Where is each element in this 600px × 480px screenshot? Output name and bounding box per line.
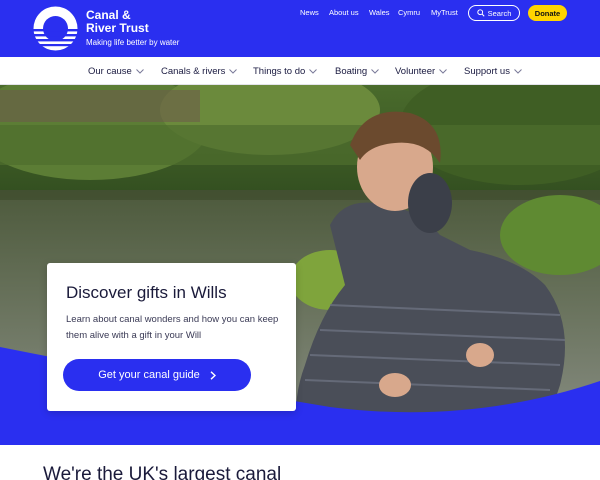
cta-label: Get your canal guide [98,369,200,381]
nav-item-volunteer[interactable]: Volunteer [395,57,448,85]
intro-heading: We're the UK's largest canal [43,464,282,480]
brand-name[interactable]: Canal & River Trust [86,9,166,35]
utility-link-about-us[interactable]: About us [329,5,359,21]
chevron-down-icon [229,68,238,74]
search-icon [476,9,485,17]
chevron-right-icon [210,370,216,380]
nav-item-label: Support us [464,65,510,77]
utility-link-mytrust[interactable]: MyTrust [431,5,458,21]
site-header: Canal & River Trust Making life better b… [0,0,600,57]
nav-item-label: Boating [335,65,368,77]
nav-item-our-cause[interactable]: Our cause [88,57,144,85]
nav-item-support-us[interactable]: Support us [464,57,522,85]
nav-item-label: Our cause [88,65,132,77]
chevron-down-icon [371,68,380,74]
search-label: Search [487,8,512,18]
chevron-down-icon [514,68,522,74]
promo-card: Discover gifts in Wills Learn about cana… [47,263,296,411]
utility-link-wales[interactable]: Wales [369,5,390,21]
brand-tagline: Making life better by water [86,38,180,47]
promo-text: Learn about canal wonders and how you ca… [66,314,279,341]
main-navigation: Our cause Canals & rivers Things to do B… [0,57,600,85]
chevron-down-icon [135,68,144,74]
donate-button[interactable]: Donate [528,5,567,21]
nav-item-label: Canals & rivers [161,65,226,77]
promo-title: Discover gifts in Wills [66,283,227,302]
utility-link-cymru[interactable]: Cymru [398,5,420,21]
utility-link-news[interactable]: News [300,5,319,21]
search-button[interactable]: Search [468,5,520,21]
get-canal-guide-button[interactable]: Get your canal guide [63,359,251,391]
nav-item-boating[interactable]: Boating [335,57,380,85]
chevron-down-icon [439,68,448,74]
nav-item-canals-rivers[interactable]: Canals & rivers [161,57,238,85]
chevron-down-icon [309,68,318,74]
nav-item-label: Volunteer [395,65,436,77]
nav-item-things-to-do[interactable]: Things to do [253,57,318,85]
nav-item-label: Things to do [253,65,306,77]
circle-water-logo[interactable] [31,5,80,52]
